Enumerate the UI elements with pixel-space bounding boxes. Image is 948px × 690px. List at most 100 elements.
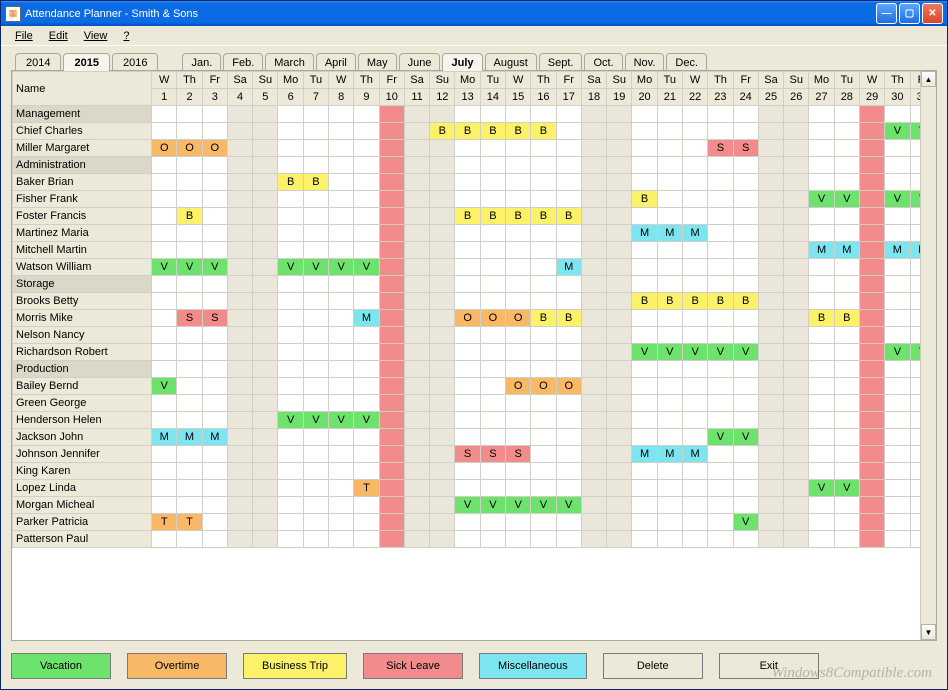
attendance-code-V[interactable]: V: [708, 429, 732, 445]
employee-name[interactable]: Bailey Bernd: [13, 378, 152, 395]
day-cell[interactable]: [354, 242, 379, 259]
day-cell[interactable]: [733, 480, 758, 497]
day-cell[interactable]: [885, 463, 910, 480]
day-cell[interactable]: [480, 480, 505, 497]
day-cell[interactable]: [607, 497, 632, 514]
titlebar[interactable]: ▦ Attendance Planner - Smith & Sons — ▢ …: [1, 1, 947, 26]
day-cell[interactable]: [253, 514, 278, 531]
day-cell[interactable]: [278, 497, 303, 514]
day-cell[interactable]: [708, 310, 733, 327]
day-cell[interactable]: [506, 242, 531, 259]
day-cell[interactable]: B: [506, 123, 531, 140]
attendance-code-B[interactable]: B: [708, 293, 732, 309]
attendance-code-B[interactable]: B: [835, 310, 859, 326]
day-cell[interactable]: [404, 412, 429, 429]
day-cell[interactable]: [253, 174, 278, 191]
day-cell[interactable]: [607, 276, 632, 293]
day-cell[interactable]: [329, 327, 354, 344]
day-cell[interactable]: [379, 293, 404, 310]
attendance-code-V[interactable]: V: [152, 259, 176, 275]
day-cell[interactable]: [708, 531, 733, 548]
day-cell[interactable]: V: [329, 412, 354, 429]
day-cell[interactable]: [253, 344, 278, 361]
day-cell[interactable]: [253, 395, 278, 412]
day-cell[interactable]: [708, 123, 733, 140]
day-cell[interactable]: V: [303, 259, 328, 276]
day-cell[interactable]: [809, 259, 834, 276]
day-cell[interactable]: [329, 480, 354, 497]
day-cell[interactable]: [682, 276, 707, 293]
day-cell[interactable]: B: [556, 310, 581, 327]
overtime-button[interactable]: Overtime: [127, 653, 227, 679]
day-cell[interactable]: [202, 344, 227, 361]
day-cell[interactable]: [278, 310, 303, 327]
attendance-code-V[interactable]: V: [835, 480, 859, 496]
day-cell[interactable]: [885, 429, 910, 446]
day-cell[interactable]: [581, 174, 606, 191]
day-cell[interactable]: [354, 293, 379, 310]
day-cell[interactable]: [632, 497, 657, 514]
employee-name[interactable]: Watson William: [13, 259, 152, 276]
day-cell[interactable]: [834, 157, 859, 174]
attendance-code-B[interactable]: B: [506, 208, 530, 224]
day-cell[interactable]: [354, 208, 379, 225]
day-cell[interactable]: [885, 174, 910, 191]
day-cell[interactable]: [682, 123, 707, 140]
day-cell[interactable]: [758, 276, 783, 293]
day-cell[interactable]: [784, 361, 809, 378]
day-cell[interactable]: [859, 514, 884, 531]
day-cell[interactable]: [531, 242, 556, 259]
day-cell[interactable]: [708, 174, 733, 191]
day-cell[interactable]: S: [455, 446, 480, 463]
day-cell[interactable]: V: [708, 429, 733, 446]
day-cell[interactable]: [202, 361, 227, 378]
day-cell[interactable]: B: [430, 123, 455, 140]
day-cell[interactable]: [657, 480, 682, 497]
day-cell[interactable]: [885, 157, 910, 174]
attendance-code-V[interactable]: V: [354, 412, 378, 428]
day-cell[interactable]: T: [177, 514, 202, 531]
attendance-code-V[interactable]: V: [531, 497, 555, 513]
day-cell[interactable]: [758, 174, 783, 191]
employee-name[interactable]: Nelson Nancy: [13, 327, 152, 344]
day-cell[interactable]: [556, 157, 581, 174]
day-cell[interactable]: [152, 106, 177, 123]
day-cell[interactable]: [177, 191, 202, 208]
day-cell[interactable]: [859, 429, 884, 446]
month-tab-May[interactable]: May: [358, 53, 397, 71]
attendance-code-V[interactable]: V: [658, 344, 682, 360]
day-cell[interactable]: [733, 361, 758, 378]
day-cell[interactable]: [733, 395, 758, 412]
day-cell[interactable]: [227, 395, 252, 412]
day-cell[interactable]: [657, 174, 682, 191]
day-cell[interactable]: [404, 395, 429, 412]
day-cell[interactable]: [581, 191, 606, 208]
day-cell[interactable]: [152, 412, 177, 429]
day-cell[interactable]: [682, 395, 707, 412]
day-cell[interactable]: [354, 225, 379, 242]
day-cell[interactable]: [682, 140, 707, 157]
attendance-code-V[interactable]: V: [885, 344, 909, 360]
day-cell[interactable]: [177, 276, 202, 293]
day-cell[interactable]: [607, 429, 632, 446]
day-cell[interactable]: [430, 429, 455, 446]
day-cell[interactable]: [455, 157, 480, 174]
day-cell[interactable]: [404, 446, 429, 463]
day-cell[interactable]: [682, 514, 707, 531]
attendance-code-B[interactable]: B: [531, 310, 555, 326]
day-cell[interactable]: [809, 157, 834, 174]
day-cell[interactable]: [581, 157, 606, 174]
day-cell[interactable]: [784, 310, 809, 327]
day-cell[interactable]: [177, 225, 202, 242]
day-cell[interactable]: M: [682, 446, 707, 463]
day-cell[interactable]: [607, 157, 632, 174]
day-cell[interactable]: [859, 293, 884, 310]
day-cell[interactable]: [177, 463, 202, 480]
day-cell[interactable]: [733, 157, 758, 174]
day-cell[interactable]: [455, 259, 480, 276]
day-cell[interactable]: [556, 293, 581, 310]
day-cell[interactable]: [682, 327, 707, 344]
day-cell[interactable]: [581, 463, 606, 480]
day-cell[interactable]: O: [152, 140, 177, 157]
day-cell[interactable]: [227, 123, 252, 140]
